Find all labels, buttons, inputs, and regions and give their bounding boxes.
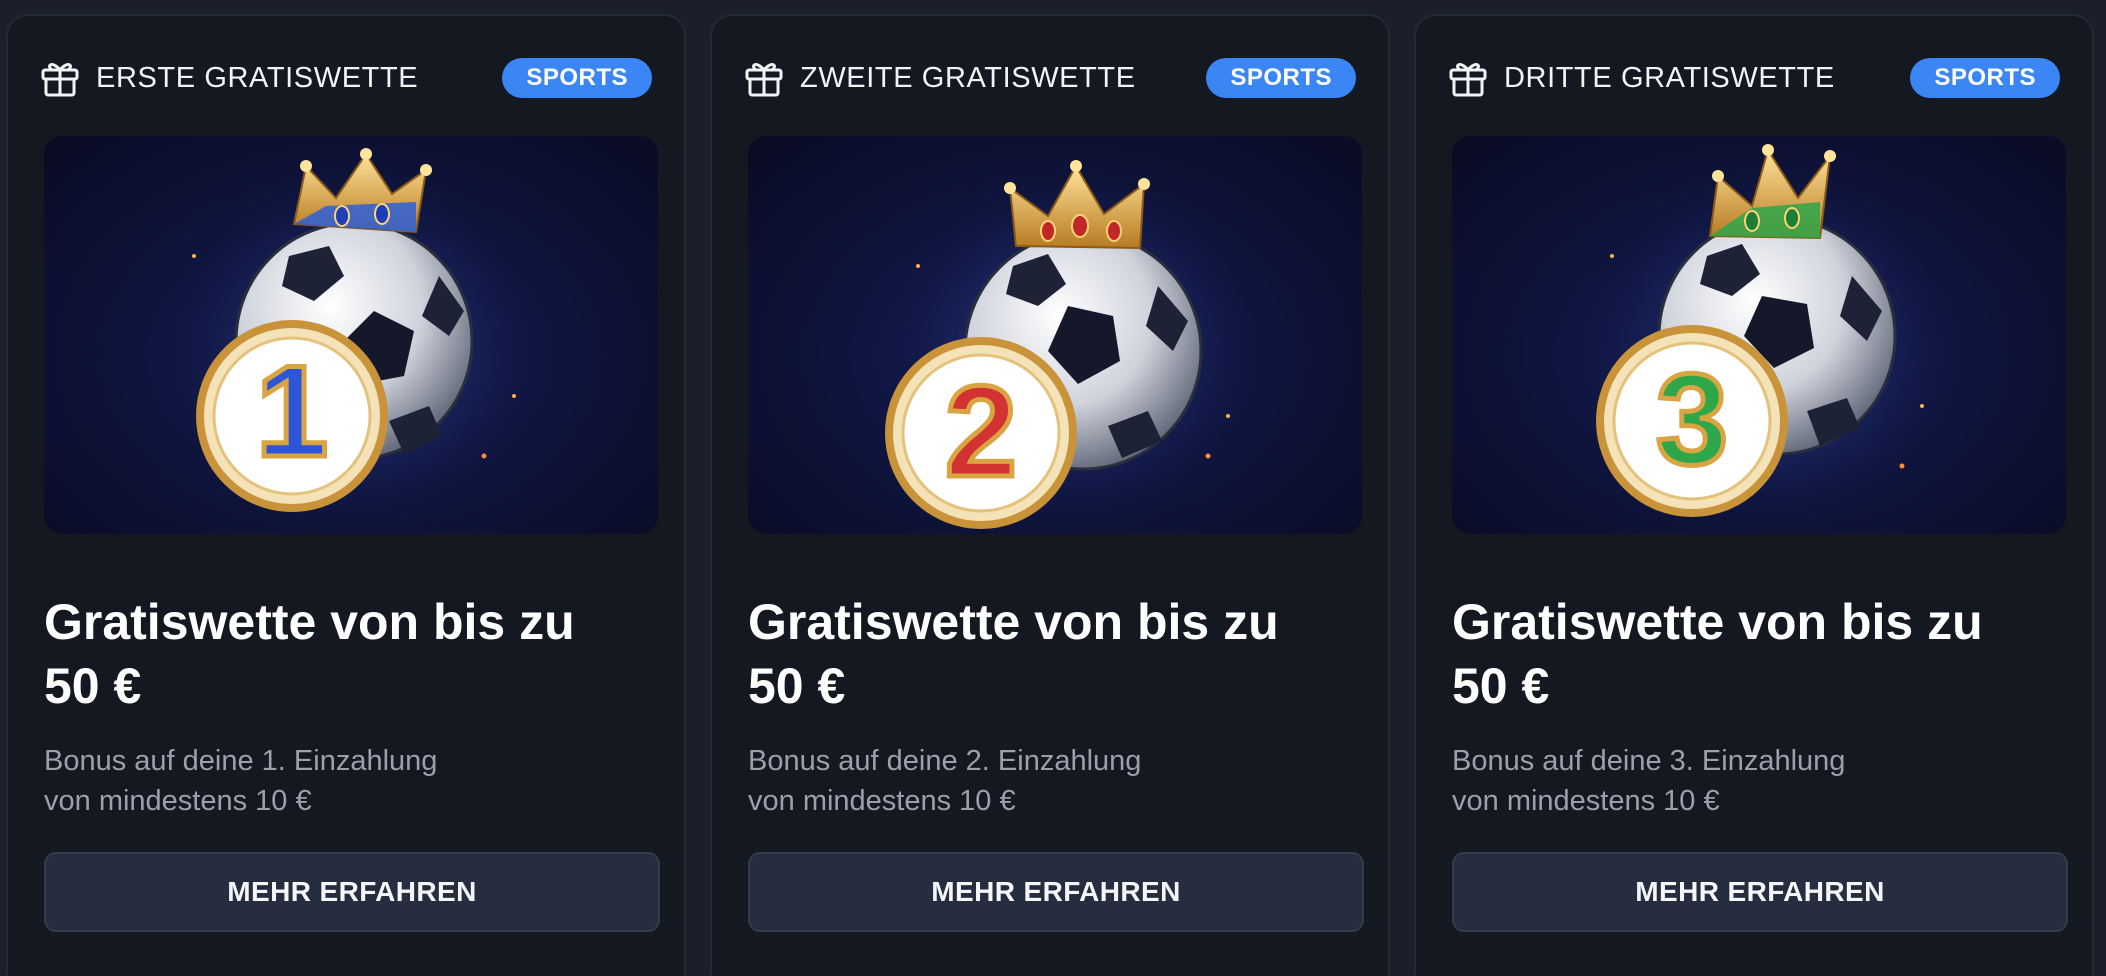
coin-number: 2: [945, 358, 1017, 504]
bonus-description-line1: Bonus auf deine 3. Einzahlung: [1452, 745, 1846, 777]
bonus-description-line2: von mindestens 10 €: [44, 785, 312, 817]
number-coin: 2: [885, 337, 1077, 529]
card-title: ERSTE GRATISWETTE: [96, 62, 419, 94]
number-coin: 1: [196, 320, 388, 512]
bonus-card-third: DRITTE GRATISWETTE SPORTS 3 Gratiswette …: [1414, 14, 2094, 976]
bonus-description-line2: von mindestens 10 €: [748, 785, 1016, 817]
promo-image: 3: [1452, 136, 2066, 534]
bonus-cards: ERSTE GRATISWETTE SPORTS 1 Gratiswette v…: [0, 0, 2106, 976]
learn-more-button[interactable]: MEHR ERFAHREN: [1452, 852, 2068, 932]
bonus-card-second: ZWEITE GRATISWETTE SPORTS 2 Gratiswette …: [710, 14, 1390, 976]
gift-icon: [1448, 56, 1488, 98]
learn-more-button[interactable]: MEHR ERFAHREN: [748, 852, 1364, 932]
bonus-headline: Gratiswette von bis zu: [748, 594, 1279, 650]
gift-icon: [744, 56, 784, 98]
bonus-description-line1: Bonus auf deine 2. Einzahlung: [748, 745, 1142, 777]
bonus-card-first: ERSTE GRATISWETTE SPORTS 1 Gratiswette v…: [6, 14, 686, 976]
sports-badge: SPORTS: [502, 58, 652, 98]
card-title: ZWEITE GRATISWETTE: [800, 62, 1136, 94]
learn-more-button[interactable]: MEHR ERFAHREN: [44, 852, 660, 932]
sports-badge: SPORTS: [1910, 58, 2060, 98]
bonus-amount: 50 €: [44, 658, 142, 714]
bonus-amount: 50 €: [748, 658, 846, 714]
card-header: DRITTE GRATISWETTE SPORTS: [1448, 56, 2060, 100]
bonus-description-line2: von mindestens 10 €: [1452, 785, 1720, 817]
promo-image: 2: [748, 136, 1362, 534]
gift-icon: [40, 56, 80, 98]
card-header: ERSTE GRATISWETTE SPORTS: [40, 56, 652, 100]
bonus-description-line1: Bonus auf deine 1. Einzahlung: [44, 745, 438, 777]
sports-badge: SPORTS: [1206, 58, 1356, 98]
coin-number: 3: [1656, 346, 1728, 492]
bonus-headline: Gratiswette von bis zu: [1452, 594, 1983, 650]
coin-number: 1: [256, 338, 328, 484]
bonus-headline: Gratiswette von bis zu: [44, 594, 575, 650]
promo-image: 1: [44, 136, 658, 534]
card-header: ZWEITE GRATISWETTE SPORTS: [744, 56, 1356, 100]
number-coin: 3: [1596, 325, 1788, 517]
bonus-amount: 50 €: [1452, 658, 1550, 714]
card-title: DRITTE GRATISWETTE: [1504, 62, 1835, 94]
